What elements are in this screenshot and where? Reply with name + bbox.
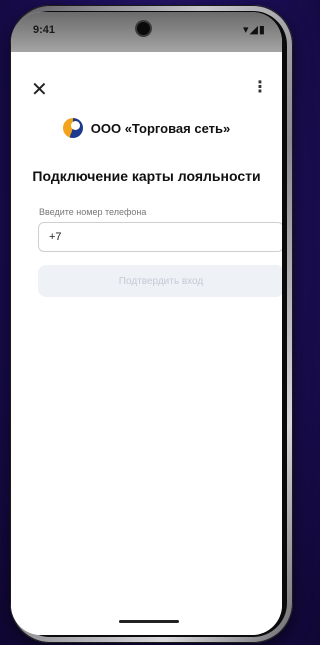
status-icons: ▾◢▮ (242, 24, 266, 36)
front-camera (137, 22, 150, 35)
main-content: ✕ ⋮ ООО «Торговая сеть» Подключение карт… (11, 52, 282, 635)
brand-logo-icon (62, 118, 83, 138)
status-bar: 9:41 ▾◢▮ (11, 12, 282, 52)
phone-field-label: Введите номер телефона (39, 207, 147, 217)
brand-header: ООО «Торговая сеть» (11, 118, 282, 138)
home-indicator[interactable] (119, 620, 179, 623)
status-time: 9:41 (33, 24, 56, 36)
brand-name: ООО «Торговая сеть» (90, 120, 231, 136)
screen: 9:41 ▾◢▮ ✕ ⋮ ООО «Торговая сеть» Подключ… (11, 12, 282, 635)
page-title: Подключение карты лояльности (32, 168, 261, 184)
more-options-icon[interactable]: ⋮ (252, 80, 268, 96)
phone-input[interactable] (38, 222, 282, 252)
confirm-login-button[interactable]: Подтвердить вход (38, 265, 282, 297)
close-icon[interactable]: ✕ (31, 80, 48, 100)
